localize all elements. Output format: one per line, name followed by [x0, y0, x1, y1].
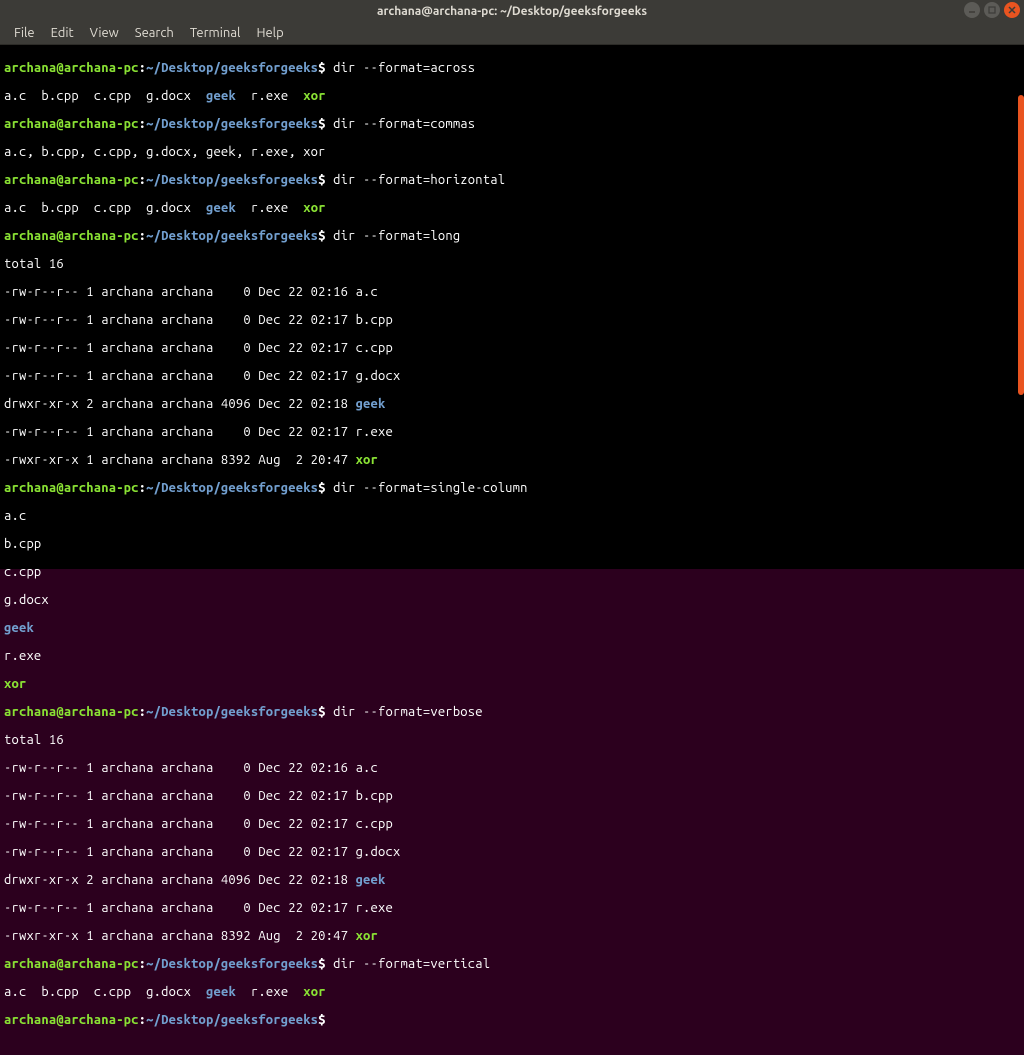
terminal-area[interactable]: archana@archana-pc:~/Desktop/geeksforgee…	[0, 45, 1024, 569]
prompt-path: ~/Desktop/geeksforgeeks	[146, 61, 318, 75]
scrollbar[interactable]	[1018, 45, 1024, 569]
command-input[interactable]	[326, 1013, 333, 1027]
scrollbar-thumb[interactable]	[1018, 95, 1024, 395]
maximize-button[interactable]	[984, 2, 1000, 18]
output-row: -rw-r--r-- 1 archana archana 0 Dec 22 02…	[4, 425, 1020, 439]
output-row: xor	[4, 677, 1020, 691]
command-input: dir --format=commas	[326, 117, 476, 131]
output-total: total 16	[4, 257, 1020, 271]
titlebar: archana@archana-pc: ~/Desktop/geeksforge…	[0, 0, 1024, 22]
output-row: geek	[4, 621, 1020, 635]
output-total: total 16	[4, 733, 1020, 747]
close-button[interactable]	[1004, 2, 1020, 18]
command-input: dir --format=horizontal	[326, 173, 506, 187]
output-row: r.exe	[4, 649, 1020, 663]
prompt-user: archana@archana-pc	[4, 61, 139, 75]
output-row: c.cpp	[4, 565, 1020, 579]
output-row: -rw-r--r-- 1 archana archana 0 Dec 22 02…	[4, 341, 1020, 355]
output-row: -rw-r--r-- 1 archana archana 0 Dec 22 02…	[4, 761, 1020, 775]
menu-view[interactable]: View	[82, 24, 127, 42]
command-input: dir --format=long	[326, 229, 461, 243]
menu-file[interactable]: File	[6, 24, 43, 42]
output-row: a.c, b.cpp, c.cpp, g.docx, geek, r.exe, …	[4, 145, 1020, 159]
output-row: b.cpp	[4, 537, 1020, 551]
output-row: -rwxr-xr-x 1 archana archana 8392 Aug 2 …	[4, 929, 1020, 943]
executable-name: xor	[303, 89, 325, 103]
menu-help[interactable]: Help	[248, 24, 291, 42]
command-input: dir --format=verbose	[326, 705, 483, 719]
minimize-button[interactable]	[964, 2, 980, 18]
menu-terminal[interactable]: Terminal	[182, 24, 249, 42]
command-input: dir --format=across	[326, 61, 476, 75]
output-row: -rwxr-xr-x 1 archana archana 8392 Aug 2 …	[4, 453, 1020, 467]
menu-search[interactable]: Search	[127, 24, 182, 42]
output-row: drwxr-xr-x 2 archana archana 4096 Dec 22…	[4, 873, 1020, 887]
output-row: -rw-r--r-- 1 archana archana 0 Dec 22 02…	[4, 313, 1020, 327]
prompt-line: archana@archana-pc:~/Desktop/geeksforgee…	[4, 1013, 1020, 1027]
output-row: g.docx	[4, 593, 1020, 607]
output-row: -rw-r--r-- 1 archana archana 0 Dec 22 02…	[4, 789, 1020, 803]
directory-name: geek	[206, 89, 236, 103]
output-row: a.c b.cpp c.cpp g.docx geek r.exe xor	[4, 201, 1020, 215]
command-input: dir --format=single-column	[326, 481, 528, 495]
output-row: a.c b.cpp c.cpp g.docx geek r.exe xor	[4, 89, 1020, 103]
output-row: -rw-r--r-- 1 archana archana 0 Dec 22 02…	[4, 369, 1020, 383]
menu-edit[interactable]: Edit	[43, 24, 82, 42]
menubar: File Edit View Search Terminal Help	[0, 22, 1024, 45]
window-title: archana@archana-pc: ~/Desktop/geeksforge…	[0, 5, 1024, 18]
output-row: -rw-r--r-- 1 archana archana 0 Dec 22 02…	[4, 845, 1020, 859]
output-row: drwxr-xr-x 2 archana archana 4096 Dec 22…	[4, 397, 1020, 411]
window-controls	[964, 2, 1020, 18]
output-row: -rw-r--r-- 1 archana archana 0 Dec 22 02…	[4, 817, 1020, 831]
output-row: -rw-r--r-- 1 archana archana 0 Dec 22 02…	[4, 285, 1020, 299]
output-row: a.c b.cpp c.cpp g.docx geek r.exe xor	[4, 985, 1020, 999]
output-row: -rw-r--r-- 1 archana archana 0 Dec 22 02…	[4, 901, 1020, 915]
output-row: a.c	[4, 509, 1020, 523]
command-input: dir --format=vertical	[326, 957, 491, 971]
